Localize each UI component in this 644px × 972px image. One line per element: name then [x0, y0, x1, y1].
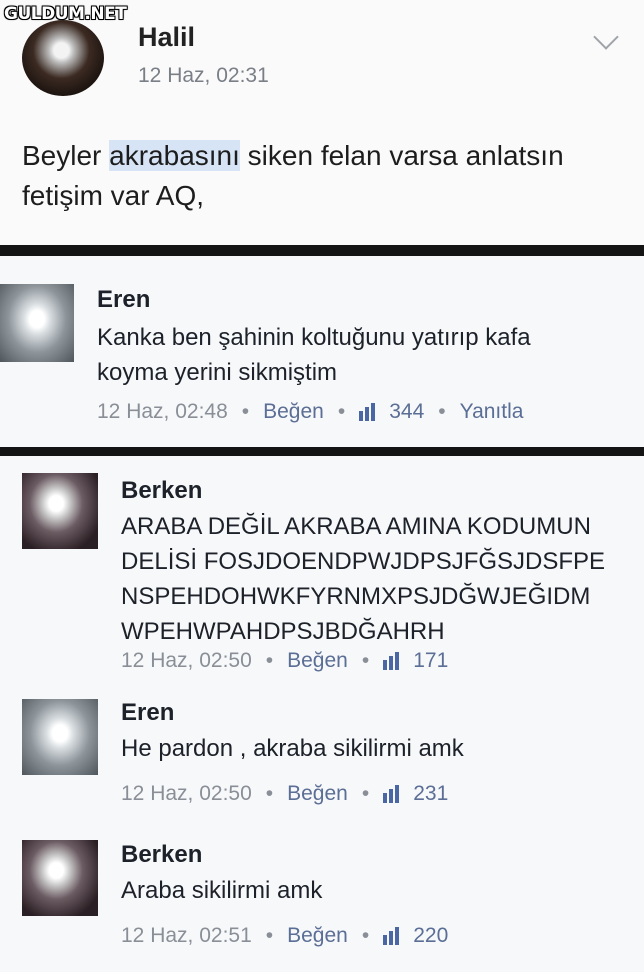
comment: Berken ARABA DEĞİL AKRABA AMINA KODUMUN …	[0, 456, 644, 681]
like-count[interactable]: 344	[389, 400, 424, 424]
comment: Eren Kanka ben şahinin koltuğunu yatırıp…	[0, 256, 644, 447]
comment-section-2: Berken ARABA DEĞİL AKRABA AMINA KODUMUN …	[0, 456, 644, 972]
like-button[interactable]: Beğen	[287, 924, 348, 948]
separator-dot: •	[241, 400, 250, 423]
post-text: Beyler akrabasını siken felan varsa anla…	[22, 136, 622, 216]
separator-dot: •	[265, 649, 274, 672]
like-count[interactable]: 220	[413, 924, 448, 948]
comment-author[interactable]: Berken	[121, 477, 202, 505]
comment-author[interactable]: Eren	[121, 699, 174, 727]
like-button[interactable]: Beğen	[287, 782, 348, 806]
comment-time[interactable]: 12 Haz, 02:50	[121, 649, 252, 673]
separator-dot: •	[337, 400, 346, 423]
comment-avatar[interactable]	[22, 840, 98, 916]
post-author-name[interactable]: Halil	[138, 22, 195, 53]
thumbs-up-icon	[359, 403, 379, 421]
comment: Eren He pardon , akraba sikilirmi amk 12…	[0, 692, 644, 822]
comment-avatar[interactable]	[0, 284, 74, 362]
comment-time[interactable]: 12 Haz, 02:50	[121, 782, 252, 806]
comment-author[interactable]: Berken	[121, 841, 202, 869]
site-watermark: GULDUM.NET	[4, 4, 127, 24]
comment: Berken Araba sikilirmi amk 12 Haz, 02:51…	[0, 834, 644, 972]
thumbs-up-icon	[383, 652, 403, 670]
comment-avatar[interactable]	[22, 699, 98, 775]
post: Halil 12 Haz, 02:31 Beyler akrabasını si…	[0, 0, 644, 245]
comment-meta: 12 Haz, 02:50 • Beğen • 231	[121, 782, 448, 806]
post-timestamp[interactable]: 12 Haz, 02:31	[138, 64, 269, 88]
comment-time[interactable]: 12 Haz, 02:51	[121, 924, 252, 948]
comment-meta: 12 Haz, 02:51 • Beğen • 220	[121, 924, 448, 948]
chevron-down-icon[interactable]	[593, 24, 619, 50]
thumbs-up-icon	[383, 927, 403, 945]
separator-dot: •	[361, 649, 370, 672]
comment-text: Kanka ben şahinin koltuğunu yatırıp kafa…	[97, 324, 531, 386]
like-button[interactable]: Beğen	[287, 649, 348, 673]
comment-time[interactable]: 12 Haz, 02:48	[97, 400, 228, 424]
like-count[interactable]: 171	[413, 649, 448, 673]
separator-dot: •	[361, 924, 370, 947]
comment-text: ARABA DEĞİL AKRABA AMINA KODUMUN DELİSİ …	[121, 513, 606, 645]
comment-avatar[interactable]	[22, 473, 98, 549]
thumbs-up-icon	[383, 785, 403, 803]
like-button[interactable]: Beğen	[263, 400, 324, 424]
divider	[0, 447, 644, 456]
post-text-highlight: akrabasını	[109, 140, 240, 171]
comment-text: Araba sikilirmi amk	[121, 877, 323, 904]
post-text-start: Beyler	[22, 140, 110, 171]
divider	[0, 245, 644, 256]
comment-meta: 12 Haz, 02:48 • Beğen • 344 • Yanıtla	[97, 400, 523, 424]
separator-dot: •	[361, 782, 370, 805]
comment-text: He pardon , akraba sikilirmi amk	[121, 735, 464, 762]
comment-author[interactable]: Eren	[97, 286, 150, 314]
comment-meta: 12 Haz, 02:50 • Beğen • 171	[121, 649, 448, 673]
separator-dot: •	[265, 924, 274, 947]
post-author-avatar[interactable]	[22, 20, 104, 96]
reply-button[interactable]: Yanıtla	[460, 400, 524, 424]
separator-dot: •	[265, 782, 274, 805]
like-count[interactable]: 231	[413, 782, 448, 806]
comment-section-1: Eren Kanka ben şahinin koltuğunu yatırıp…	[0, 256, 644, 447]
separator-dot: •	[438, 400, 446, 423]
